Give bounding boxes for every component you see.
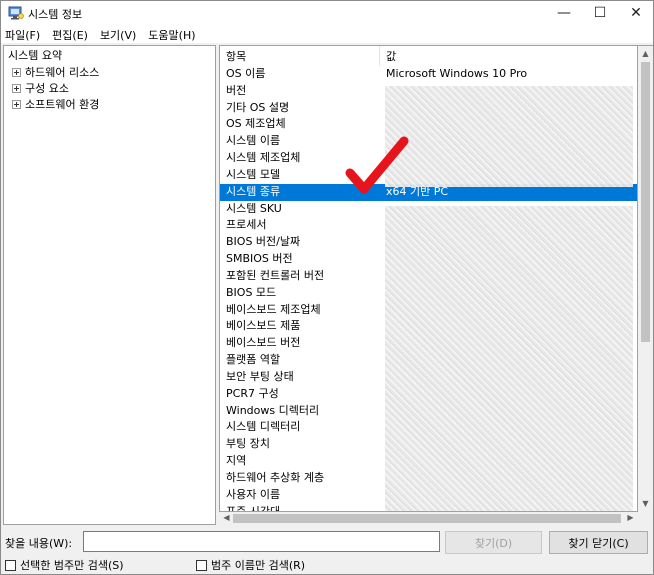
row-item: 표준 시간대: [226, 504, 281, 512]
checkbox-label: 선택한 범주만 검색(S): [20, 559, 124, 572]
menu-bar: 파일(F) 편집(E) 보기(V) 도움말(H): [1, 25, 653, 43]
maximize-icon: ☐: [593, 5, 607, 21]
tree-item-label: 소프트웨어 환경: [25, 98, 100, 111]
maximize-button[interactable]: ☐: [582, 1, 618, 25]
row-item: 부팅 장치: [226, 437, 270, 451]
scroll-right-icon[interactable]: ▶: [623, 513, 638, 522]
column-header-item[interactable]: 항목: [220, 46, 380, 66]
row-item: 시스템 제조업체: [226, 151, 301, 165]
close-find-button[interactable]: 찾기 닫기(C): [549, 531, 648, 554]
row-item: OS 이름: [226, 67, 266, 80]
row-item: 하드웨어 추상화 계층: [226, 470, 325, 484]
row-item: 시스템 종류: [226, 184, 281, 198]
tree-item-label: 구성 요소: [25, 82, 69, 95]
row-item: BIOS 모드: [226, 285, 277, 299]
scroll-down-icon[interactable]: ▼: [638, 499, 653, 508]
row-item: 플랫폼 역할: [226, 353, 281, 367]
row-item: PCR7 구성: [226, 386, 279, 400]
system-information-window: 시스템 정보 — ☐ ✕ 파일(F) 편집(E) 보기(V) 도움말(H) 시스…: [0, 0, 654, 575]
scroll-up-icon[interactable]: ▲: [638, 49, 653, 58]
horizontal-scrollbar[interactable]: ◀ ▶: [219, 512, 638, 525]
row-item: 포함된 컨트롤러 버전: [226, 268, 325, 282]
checkbox-box[interactable]: [196, 559, 207, 571]
vertical-scrollbar[interactable]: ▲ ▼: [638, 45, 653, 512]
tree-item-system-summary[interactable]: 시스템 요약: [8, 47, 62, 63]
scrollbar-corner: [638, 512, 653, 525]
title-bar: 시스템 정보 — ☐ ✕: [1, 1, 653, 25]
column-header-value[interactable]: 값: [380, 46, 637, 66]
scroll-thumb[interactable]: [641, 62, 650, 342]
menu-view[interactable]: 보기(V): [94, 25, 142, 43]
expand-icon[interactable]: [12, 67, 21, 77]
row-item: 프로세서: [226, 218, 267, 232]
minimize-button[interactable]: —: [546, 1, 582, 25]
row-item: 사용자 이름: [226, 487, 281, 501]
row-item: 보안 부팅 상태: [226, 369, 294, 383]
category-tree[interactable]: 시스템 요약 하드웨어 리소스 구성 요소 소프트웨어 환경: [3, 45, 216, 525]
checkbox-box[interactable]: [5, 559, 16, 571]
expand-icon[interactable]: [12, 83, 21, 93]
row-item: 시스템 디렉터리: [226, 420, 301, 434]
search-selected-category-only-checkbox[interactable]: 선택한 범주만 검색(S): [5, 557, 124, 573]
row-item: 버전: [226, 83, 247, 97]
row-item: BIOS 버전/날짜: [226, 235, 301, 249]
tree-item-label: 하드웨어 리소스: [25, 66, 100, 79]
tree-item-software-environment[interactable]: 소프트웨어 환경: [12, 96, 99, 112]
find-label: 찾을 내용(W):: [5, 537, 73, 550]
tree-item-components[interactable]: 구성 요소: [12, 80, 69, 96]
row-item: 베이스보드 제조업체: [226, 302, 321, 316]
window-title: 시스템 정보: [28, 8, 83, 21]
menu-help[interactable]: 도움말(H): [142, 25, 201, 43]
details-list[interactable]: 항목 값 OS 이름 Microsoft Windows 10 Pro 버전기타 O…: [219, 45, 638, 512]
close-icon: ✕: [630, 5, 642, 21]
expand-icon[interactable]: [12, 99, 21, 109]
checkbox-label: 범주 이름만 검색(R): [211, 559, 306, 572]
minimize-icon: —: [557, 5, 571, 21]
row-item: 기타 OS 설명: [226, 100, 290, 114]
system-info-icon: [8, 6, 24, 20]
row-item: 시스템 이름: [226, 134, 281, 148]
row-item: 시스템 모델: [226, 167, 281, 181]
menu-edit[interactable]: 편집(E): [46, 25, 94, 43]
tree-item-hardware-resources[interactable]: 하드웨어 리소스: [12, 64, 99, 80]
close-button[interactable]: ✕: [618, 1, 654, 25]
scroll-left-icon[interactable]: ◀: [219, 513, 234, 522]
table-row[interactable]: OS 이름 Microsoft Windows 10 Pro: [220, 66, 637, 83]
row-value: Microsoft Windows 10 Pro: [386, 67, 528, 80]
find-input[interactable]: [83, 531, 440, 552]
row-item: OS 제조업체: [226, 117, 286, 131]
row-item: 시스템 SKU: [226, 201, 282, 215]
menu-file[interactable]: 파일(F): [1, 25, 46, 43]
find-button[interactable]: 찾기(D): [445, 531, 542, 554]
row-item: Windows 디렉터리: [226, 403, 320, 417]
row-item: 베이스보드 제품: [226, 319, 301, 333]
row-item: 지역: [226, 454, 247, 468]
row-item: SMBIOS 버전: [226, 252, 293, 266]
search-category-names-only-checkbox[interactable]: 범주 이름만 검색(R): [196, 557, 305, 573]
redacted-region: [385, 86, 633, 187]
row-item: 베이스보드 버전: [226, 336, 301, 350]
scroll-thumb[interactable]: [233, 514, 621, 523]
redacted-region: [385, 206, 633, 511]
